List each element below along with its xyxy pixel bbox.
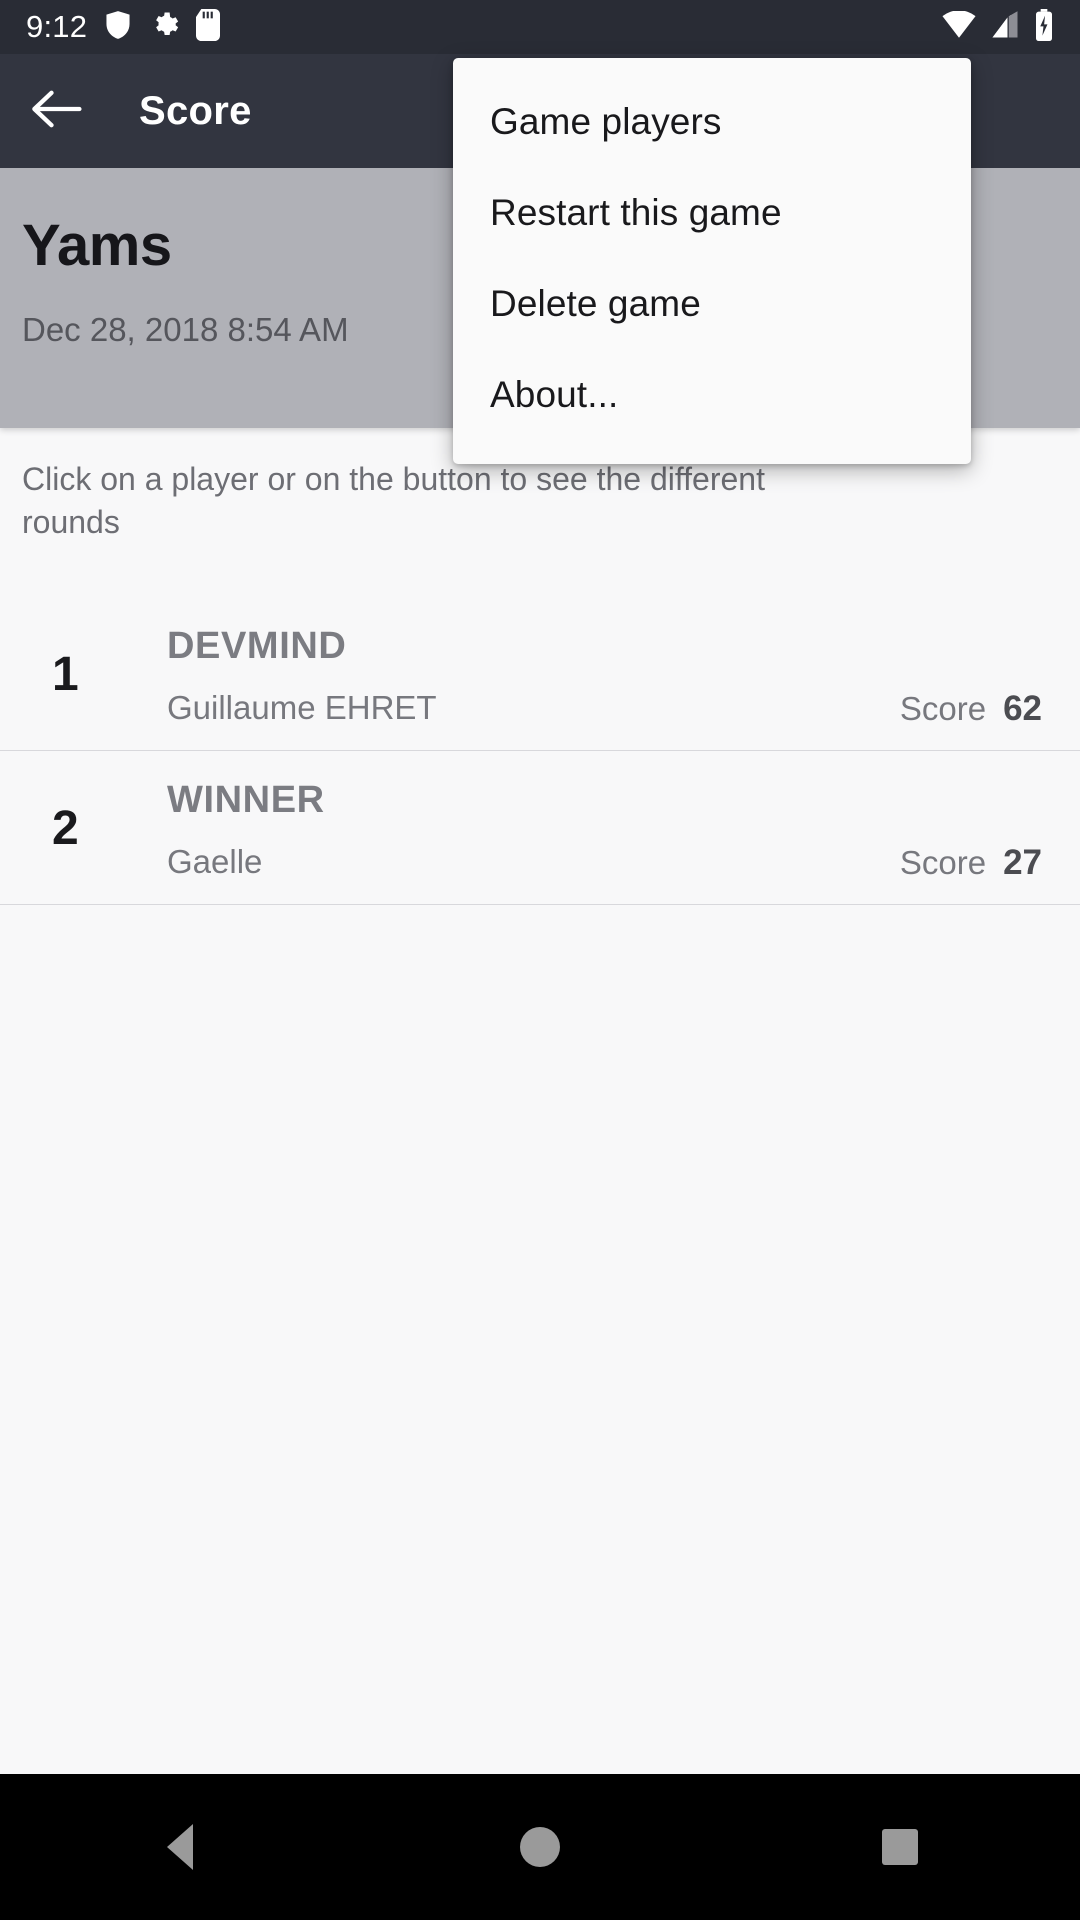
battery-charging-icon bbox=[1034, 8, 1054, 46]
square-recents-icon bbox=[882, 1829, 918, 1865]
system-navigation-bar bbox=[0, 1774, 1080, 1920]
menu-item-about[interactable]: About... bbox=[453, 349, 971, 440]
player-name: DEVMIND bbox=[167, 625, 347, 667]
arrow-left-icon bbox=[29, 86, 83, 137]
game-name: Yams bbox=[22, 213, 172, 278]
circle-home-icon bbox=[520, 1827, 560, 1867]
table-row[interactable]: 2 WINNER Gaelle Score 27 bbox=[0, 751, 1080, 905]
score-label: Score bbox=[899, 690, 987, 727]
gear-icon bbox=[149, 10, 179, 45]
status-bar-left-group: 9:12 bbox=[26, 8, 221, 46]
player-rank: 2 bbox=[52, 802, 79, 855]
status-bar-right-group bbox=[942, 8, 1054, 46]
menu-item-delete-game[interactable]: Delete game bbox=[453, 258, 971, 349]
instructions-text: Click on a player or on the button to se… bbox=[22, 461, 765, 540]
overflow-menu: Game players Restart this game Delete ga… bbox=[453, 58, 971, 464]
table-row[interactable]: 1 DEVMIND Guillaume EHRET Score 62 bbox=[0, 597, 1080, 751]
nav-back-button[interactable] bbox=[95, 1774, 265, 1920]
status-bar-clock: 9:12 bbox=[26, 9, 88, 44]
game-date: Dec 28, 2018 8:54 AM bbox=[22, 311, 349, 348]
shield-icon bbox=[104, 10, 132, 45]
player-subtitle: Gaelle bbox=[167, 843, 263, 880]
wifi-icon bbox=[942, 9, 976, 44]
menu-item-game-players[interactable]: Game players bbox=[453, 76, 971, 167]
player-score-group: Score 27 bbox=[900, 843, 1042, 883]
status-bar: 9:12 bbox=[0, 0, 1080, 54]
sd-card-icon bbox=[196, 8, 221, 46]
score-value: 62 bbox=[1003, 689, 1042, 728]
nav-recents-button[interactable] bbox=[815, 1774, 985, 1920]
score-value: 27 bbox=[1003, 843, 1042, 882]
back-button[interactable] bbox=[0, 54, 112, 168]
cellular-signal-icon bbox=[990, 10, 1020, 44]
page-title: Score bbox=[139, 88, 252, 133]
triangle-back-icon bbox=[167, 1824, 193, 1870]
player-name: WINNER bbox=[167, 779, 325, 821]
player-subtitle: Guillaume EHRET bbox=[167, 689, 437, 726]
player-score-group: Score 62 bbox=[900, 689, 1042, 729]
nav-home-button[interactable] bbox=[455, 1774, 625, 1920]
player-score-list: 1 DEVMIND Guillaume EHRET Score 62 2 WIN… bbox=[0, 597, 1080, 905]
phone-screen: 9:12 Score Yams Dec 28, 2018 8:54 AM Cli… bbox=[0, 0, 1080, 1920]
score-label: Score bbox=[899, 844, 987, 881]
menu-item-restart-this-game[interactable]: Restart this game bbox=[453, 167, 971, 258]
player-rank: 1 bbox=[52, 648, 79, 701]
